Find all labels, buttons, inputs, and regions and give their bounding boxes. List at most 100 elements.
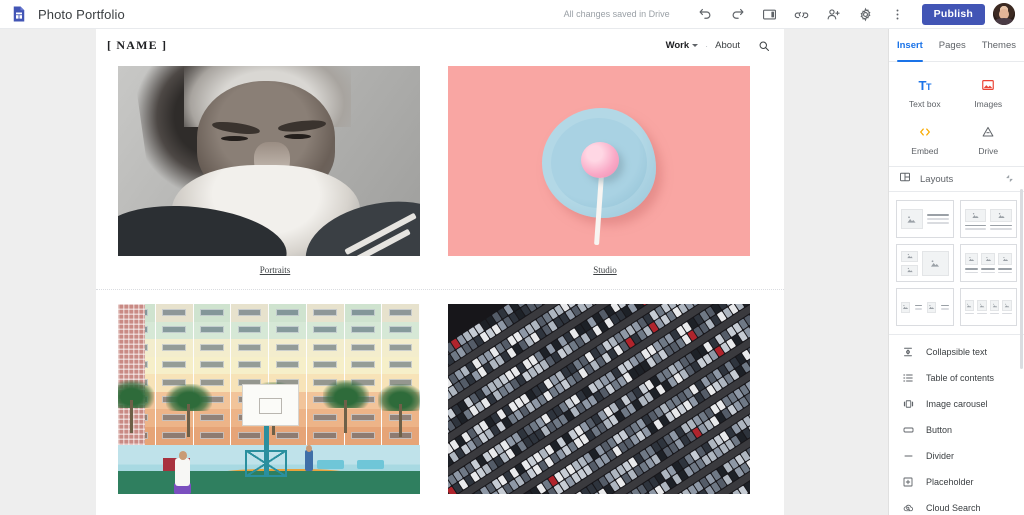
photo-palm-tree <box>118 380 155 434</box>
document-title[interactable]: Photo Portfolio <box>38 7 125 22</box>
image-carousel-icon <box>901 398 915 410</box>
insert-embed[interactable]: Embed <box>893 117 957 160</box>
chevron-down-icon[interactable] <box>692 44 699 47</box>
insert-placeholder[interactable]: Placeholder <box>889 469 1024 495</box>
grid-cell-portraits[interactable]: Portraits <box>118 66 432 275</box>
tab-themes-label: Themes <box>981 39 1017 51</box>
insert-drive-label: Drive <box>978 146 999 156</box>
photo-studio[interactable] <box>448 66 750 256</box>
images-icon <box>981 76 995 94</box>
site-canvas[interactable]: [ NAME ] Work · About Portraits Studio <box>96 29 784 515</box>
site-section-1[interactable]: Portraits Studio <box>96 62 784 289</box>
insert-drive[interactable]: Drive <box>957 117 1021 160</box>
layout-image-placeholder <box>964 299 975 311</box>
caption-link-studio[interactable]: Studio <box>448 265 762 275</box>
site-title[interactable]: [ NAME ] <box>107 38 167 53</box>
collapsible-text-icon <box>901 346 915 358</box>
insert-tiles: TT Text box Images Embed Drive <box>889 62 1024 166</box>
site-navigation-bar[interactable]: [ NAME ] Work · About <box>96 29 784 62</box>
photo-backboard <box>241 383 300 426</box>
tab-insert-label: Insert <box>896 39 923 51</box>
undo-icon[interactable] <box>693 1 719 27</box>
tab-pages[interactable]: Pages <box>931 29 974 61</box>
photo-palm-tree <box>323 380 369 434</box>
layout-two-images-with-text[interactable] <box>959 200 1017 238</box>
nav-item-work-label: Work <box>665 40 690 51</box>
sidebar-scrollbar[interactable] <box>1020 189 1023 369</box>
photo-backboard-square <box>259 398 282 415</box>
settings-gear-icon[interactable] <box>853 1 879 27</box>
text-box-icon: TT <box>918 77 932 93</box>
layouts-panel-header[interactable]: Layouts <box>889 166 1024 192</box>
embed-code-icon <box>917 123 933 141</box>
layout-image-left-text-right[interactable] <box>896 200 954 238</box>
insert-collapsible-text[interactable]: Collapsible text <box>889 339 1024 365</box>
photo-basketball-court[interactable] <box>118 304 420 494</box>
layout-image-placeholder <box>964 208 987 222</box>
photo-bench <box>317 459 345 470</box>
avatar-body <box>994 18 1014 25</box>
insert-divider-label: Divider <box>926 451 955 461</box>
layout-image-placeholder <box>901 301 910 313</box>
insert-table-of-contents[interactable]: Table of contents <box>889 365 1024 391</box>
avatar[interactable] <box>993 3 1015 25</box>
photo-floor-row <box>118 339 420 357</box>
nav-item-work[interactable]: Work <box>666 40 699 51</box>
more-vert-icon[interactable] <box>885 1 911 27</box>
layout-image-placeholder <box>922 250 949 276</box>
photo-runner-head <box>179 451 187 460</box>
grid-cell-aerial[interactable] <box>448 304 762 494</box>
photo-walker-body <box>305 450 314 472</box>
layout-two-image-text-pairs[interactable] <box>896 288 954 326</box>
insert-list: Collapsible text Table of contents Image… <box>889 334 1024 515</box>
photo-portraits[interactable] <box>118 66 420 256</box>
layout-three-images-with-text[interactable] <box>959 244 1017 282</box>
layout-two-small-one-large-image[interactable] <box>896 244 954 282</box>
grid-cell-court[interactable] <box>118 304 432 494</box>
grid-cell-studio[interactable]: Studio <box>448 66 762 275</box>
photo-palm-tree <box>377 383 420 437</box>
save-status: All changes saved in Drive <box>563 9 670 19</box>
insert-cloud-search-label: Cloud Search <box>926 503 981 513</box>
google-sites-icon[interactable] <box>9 4 29 24</box>
redo-icon[interactable] <box>725 1 751 27</box>
insert-button[interactable]: Button <box>889 417 1024 443</box>
layout-image-placeholder <box>901 264 919 276</box>
button-icon <box>901 424 915 436</box>
search-icon[interactable] <box>758 40 770 52</box>
photo-runner-body <box>175 457 191 487</box>
avatar-face <box>999 8 1009 19</box>
insert-text-box[interactable]: TT Text box <box>893 70 957 113</box>
image-row-1: Portraits Studio <box>118 66 762 275</box>
table-of-contents-icon <box>901 372 915 384</box>
insert-divider[interactable]: Divider <box>889 443 1024 469</box>
nav-item-about[interactable]: About <box>715 40 740 51</box>
insert-embed-label: Embed <box>911 146 939 156</box>
insert-placeholder-label: Placeholder <box>926 477 974 487</box>
photo-palm-tree <box>166 383 212 437</box>
add-person-icon[interactable] <box>821 1 847 27</box>
nav-item-about-label: About <box>715 40 740 51</box>
publish-button[interactable]: Publish <box>921 3 985 25</box>
placeholder-icon <box>901 476 915 488</box>
tab-insert[interactable]: Insert <box>889 29 931 62</box>
site-section-2[interactable] <box>96 290 784 494</box>
caption-link-portraits[interactable]: Portraits <box>118 265 432 275</box>
preview-icon[interactable] <box>757 1 783 27</box>
photo-hoop-brace-2 <box>244 450 288 477</box>
layout-four-images-with-captions[interactable] <box>959 288 1017 326</box>
insert-collapsible-text-label: Collapsible text <box>926 347 988 357</box>
insert-sidebar[interactable]: Insert Pages Themes TT Text box Images E… <box>888 29 1024 515</box>
collapse-icon[interactable] <box>1005 170 1014 188</box>
link-icon[interactable] <box>789 1 815 27</box>
photo-car-rows <box>448 304 750 494</box>
insert-images[interactable]: Images <box>957 70 1021 113</box>
layout-image-placeholder <box>981 253 996 265</box>
insert-button-label: Button <box>926 425 953 435</box>
insert-cloud-search[interactable]: Cloud Search <box>889 495 1024 515</box>
layout-image-placeholder <box>901 250 919 262</box>
photo-floor-row <box>118 304 420 322</box>
photo-aerial-parking[interactable] <box>448 304 750 494</box>
tab-themes[interactable]: Themes <box>974 29 1024 61</box>
insert-image-carousel[interactable]: Image carousel <box>889 391 1024 417</box>
